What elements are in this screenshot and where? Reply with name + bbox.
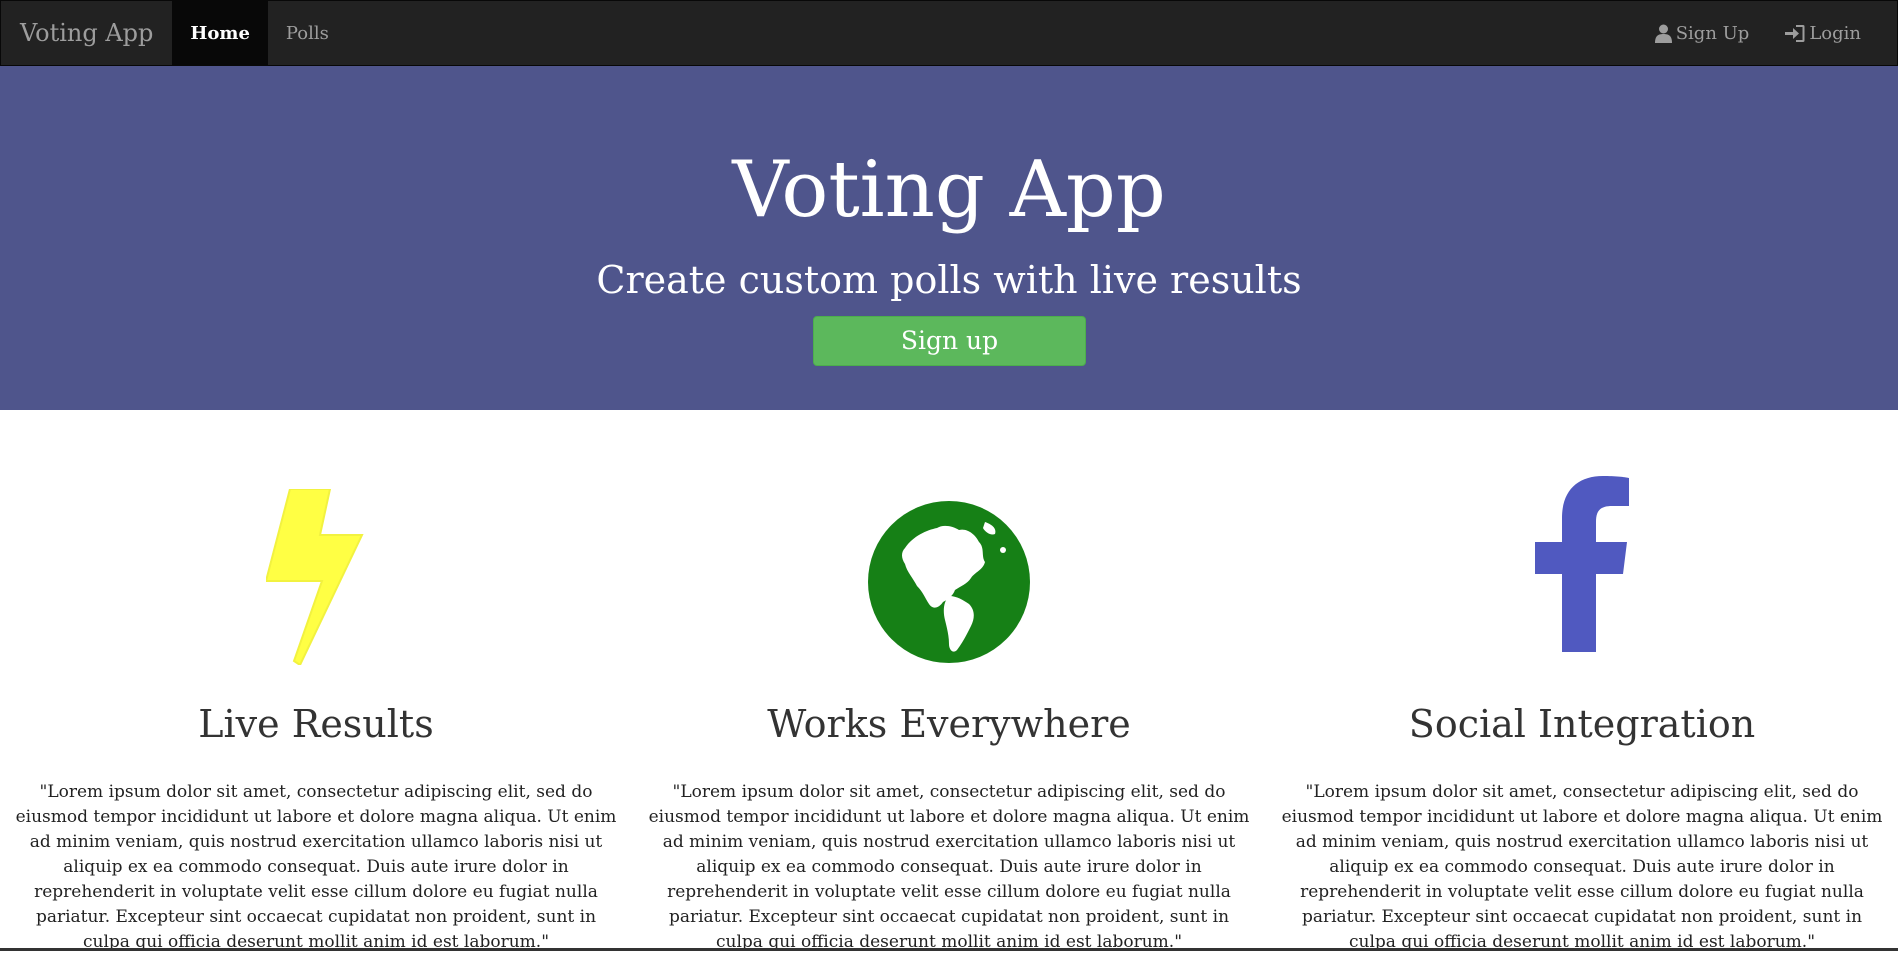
feature-description: "Lorem ipsum dolor sit amet, consectetur… (648, 782, 1250, 952)
feature-works-everywhere: Works Everywhere "Lorem ipsum dolor sit … (633, 410, 1265, 952)
sign-up-button[interactable]: Sign up (813, 316, 1086, 366)
globe-icon (633, 484, 1265, 674)
user-icon (1654, 24, 1672, 43)
hero-subtitle: Create custom polls with live results (596, 258, 1302, 302)
nav-polls[interactable]: Polls (268, 1, 347, 65)
navbar: Voting App Home Polls Sign Up Login (0, 0, 1898, 66)
hero-title: Voting App (732, 145, 1166, 235)
facebook-icon (1266, 476, 1898, 674)
feature-title: Live Results (198, 702, 434, 746)
feature-description: "Lorem ipsum dolor sit amet, consectetur… (15, 782, 617, 952)
feature-live-results: Live Results "Lorem ipsum dolor sit amet… (0, 410, 632, 952)
feature-social-integration: Social Integration "Lorem ipsum dolor si… (1266, 410, 1898, 952)
nav-home[interactable]: Home (172, 1, 268, 65)
feature-title: Works Everywhere (767, 702, 1131, 746)
feature-title: Social Integration (1408, 702, 1756, 746)
nav-login-label: Login (1809, 22, 1861, 44)
nav-right: Sign Up Login (1637, 1, 1897, 65)
brand-link[interactable]: Voting App (1, 1, 172, 65)
hero-banner: Voting App Create custom polls with live… (0, 66, 1898, 410)
nav-sign-up[interactable]: Sign Up (1637, 1, 1768, 65)
features-section: Live Results "Lorem ipsum dolor sit amet… (0, 410, 1898, 952)
login-icon (1785, 24, 1805, 43)
nav-left: Home Polls (172, 1, 347, 65)
feature-description: "Lorem ipsum dolor sit amet, consectetur… (1281, 782, 1883, 952)
nav-login[interactable]: Login (1767, 1, 1879, 65)
lightning-bolt-icon (0, 484, 632, 674)
nav-sign-up-label: Sign Up (1675, 22, 1750, 44)
